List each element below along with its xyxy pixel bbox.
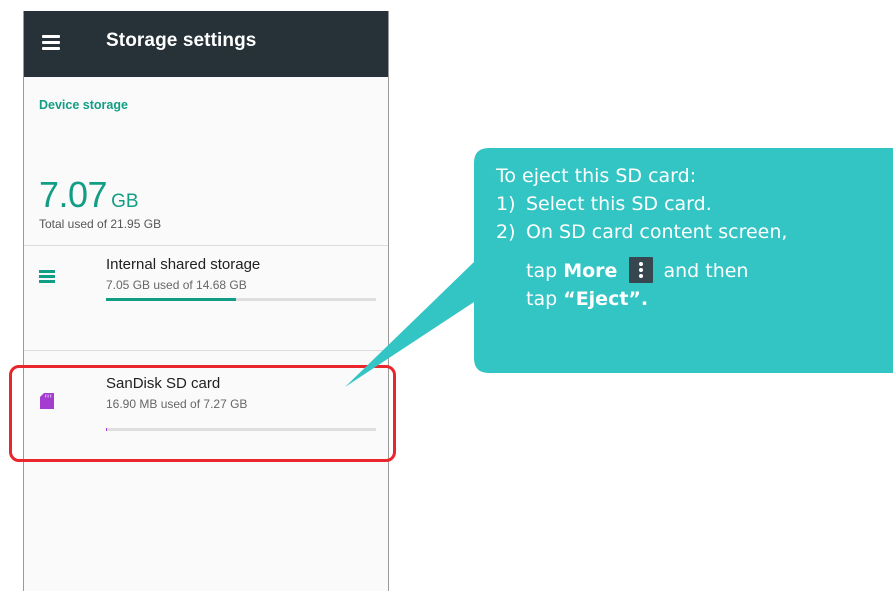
step-2-continuation-2: tap “Eject”. — [526, 285, 648, 313]
step-2-tap-text-2: tap — [526, 288, 564, 310]
eject-label: “Eject”. — [563, 288, 649, 310]
and-then-text: and then — [657, 260, 749, 282]
step-1-number: 1) — [496, 193, 516, 215]
step-2-number: 2) — [496, 221, 516, 243]
step-2-tap-text: tap — [526, 260, 564, 282]
step-2-continuation: tap More and then — [526, 257, 748, 285]
callout-heading: To eject this SD card: — [496, 165, 697, 187]
step-2-text: On SD card content screen, — [526, 221, 788, 243]
step-2: 2) On SD card content screen, — [496, 218, 787, 246]
more-vertical-icon — [629, 257, 654, 283]
step-1: 1) Select this SD card. — [496, 190, 712, 218]
step-1-text: Select this SD card. — [526, 193, 712, 215]
more-label: More — [563, 260, 618, 282]
callout-bubble — [345, 148, 893, 387]
